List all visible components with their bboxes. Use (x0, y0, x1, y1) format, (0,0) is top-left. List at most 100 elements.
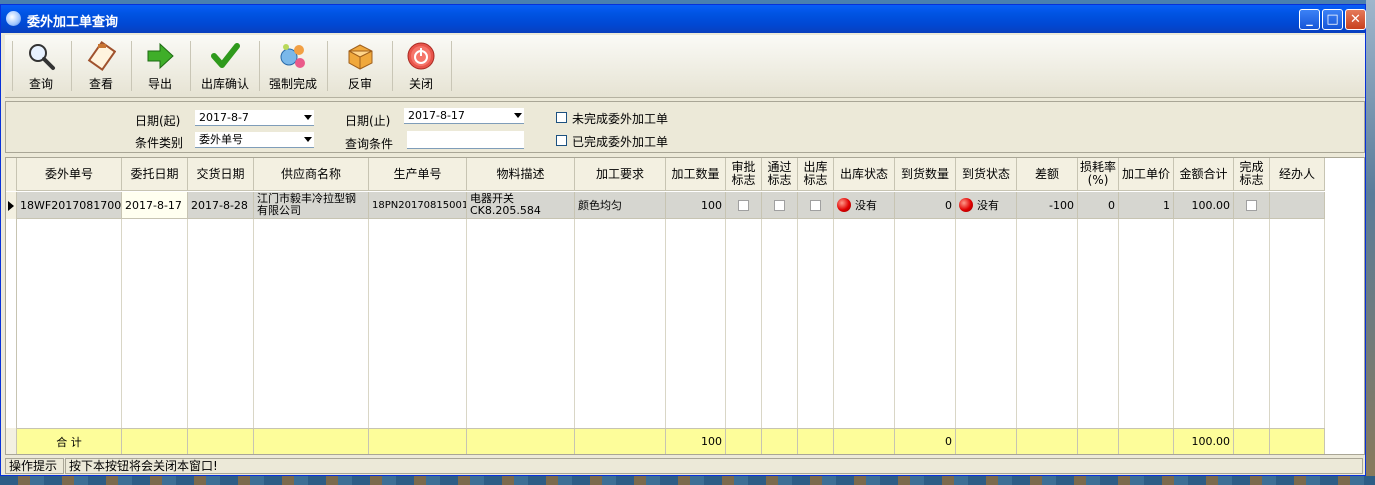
col-header-loss-rate[interactable]: 损耗率 (%) (1078, 158, 1119, 191)
passed-checkbox[interactable] (774, 199, 785, 211)
date-start-value: 2017-8-7 (199, 111, 249, 124)
date-start-picker[interactable]: 2017-8-7 (195, 110, 314, 126)
toolbar-separator (327, 41, 328, 91)
minimize-button[interactable]: _ (1299, 9, 1320, 30)
magnifier-icon (26, 41, 56, 71)
grid-column-line (955, 219, 956, 428)
cell-handler[interactable] (1270, 192, 1325, 219)
approval-checkbox[interactable] (738, 199, 749, 211)
complete-checkbox[interactable] (1246, 199, 1257, 211)
row-indicator-empty (6, 219, 17, 428)
status-bar: 操作提示 按下本按钮将会关闭本窗口! (5, 457, 1365, 475)
cell-qty[interactable]: 100 (666, 192, 726, 219)
cell-amount[interactable]: 100.00 (1174, 192, 1234, 219)
grid-column-line (1016, 219, 1017, 428)
col-header-production-no[interactable]: 生产单号 (369, 158, 467, 191)
grid-column-line (368, 219, 369, 428)
cell-material-desc[interactable]: 电器开关 CK8.205.584 (467, 192, 575, 219)
close-window-button[interactable]: 关闭 (394, 39, 448, 93)
total-cell (575, 428, 666, 454)
col-header-requirement[interactable]: 加工要求 (575, 158, 666, 191)
grid-column-line (797, 219, 798, 428)
chevron-down-icon[interactable] (304, 115, 312, 120)
cell-out-status[interactable]: 没有 (834, 192, 895, 219)
col-header-approval[interactable]: 审批 标志 (726, 158, 762, 191)
outbound-checkbox[interactable] (810, 199, 821, 211)
out-confirm-button[interactable]: 出库确认 (193, 39, 257, 93)
clipboard-icon (86, 41, 117, 71)
title-bar[interactable]: 委外加工单查询 _ □ ✕ (1, 5, 1366, 33)
col-header-complete[interactable]: 完成 标志 (1234, 158, 1270, 191)
total-label: 合 计 (17, 428, 122, 454)
grid-column-line (1173, 219, 1174, 428)
window-title: 委外加工单查询 (27, 15, 119, 30)
col-header-entrust-date[interactable]: 委托日期 (122, 158, 188, 191)
col-header-unit-price[interactable]: 加工单价 (1119, 158, 1174, 191)
col-header-order-no[interactable]: 委外单号 (17, 158, 122, 191)
total-cell (1017, 428, 1078, 454)
current-row-arrow-icon (8, 200, 14, 211)
cell-supplier[interactable]: 江门市毅丰冷拉型钢有限公司 (254, 192, 369, 219)
toolbar-separator (451, 41, 452, 91)
chevron-down-icon[interactable] (304, 137, 312, 142)
view-button[interactable]: 查看 (73, 39, 129, 93)
total-cell (369, 428, 467, 454)
close-button[interactable]: ✕ (1345, 9, 1366, 30)
col-header-material-desc[interactable]: 物料描述 (467, 158, 575, 191)
cell-arrival-qty[interactable]: 0 (895, 192, 956, 219)
date-end-picker[interactable]: 2017-8-17 (404, 108, 524, 124)
unfinished-checkbox[interactable] (556, 112, 567, 123)
col-header-arrival-qty[interactable]: 到货数量 (895, 158, 956, 191)
chevron-down-icon[interactable] (514, 113, 522, 118)
app-icon (6, 11, 21, 26)
status-red-dot-icon (837, 198, 851, 212)
cell-complete[interactable] (1234, 192, 1270, 219)
date-end-value: 2017-8-17 (408, 109, 465, 122)
cell-requirement[interactable]: 颜色均匀 (575, 192, 666, 219)
header-indicator-cell (6, 158, 17, 191)
total-cell (1119, 428, 1174, 454)
cell-production-no[interactable]: 18PN20170815001 (369, 192, 467, 219)
close-window-button-label: 关闭 (408, 77, 433, 91)
force-complete-button[interactable]: 强制完成 (261, 39, 325, 93)
col-header-diff[interactable]: 差额 (1017, 158, 1078, 191)
cell-delivery-date[interactable]: 2017-8-28 (188, 192, 254, 219)
condition-type-label: 条件类别 (135, 136, 184, 150)
order-grid[interactable]: 委外单号 委托日期 交货日期 供应商名称 生产单号 物料描述 加工要求 加工数量… (5, 157, 1365, 455)
grid-column-line (253, 219, 254, 428)
col-header-qty[interactable]: 加工数量 (666, 158, 726, 191)
row-selector[interactable] (6, 192, 17, 219)
col-header-out-status[interactable]: 出库状态 (834, 158, 895, 191)
cell-passed[interactable] (762, 192, 798, 219)
total-cell (956, 428, 1017, 454)
query-button-label: 查询 (28, 77, 53, 91)
query-button[interactable]: 查询 (15, 39, 67, 93)
cell-arrival-status[interactable]: 没有 (956, 192, 1017, 219)
total-cell (254, 428, 369, 454)
col-header-passed[interactable]: 通过 标志 (762, 158, 798, 191)
cell-diff[interactable]: -100 (1017, 192, 1078, 219)
col-header-supplier[interactable]: 供应商名称 (254, 158, 369, 191)
col-header-outbound[interactable]: 出库 标志 (798, 158, 834, 191)
grid-column-line (121, 219, 122, 428)
col-header-delivery-date[interactable]: 交货日期 (188, 158, 254, 191)
power-icon (406, 41, 436, 71)
maximize-button[interactable]: □ (1322, 9, 1343, 30)
cell-loss-rate[interactable]: 0 (1078, 192, 1119, 219)
cell-approval[interactable] (726, 192, 762, 219)
finished-checkbox[interactable] (556, 135, 567, 146)
toolbar: 查询 查看 导出 出库确认 强制完成 反审 关闭 (5, 35, 1365, 98)
total-cell (1234, 428, 1270, 454)
checkmark-icon (210, 41, 240, 71)
cell-outbound[interactable] (798, 192, 834, 219)
reverse-audit-button[interactable]: 反审 (330, 39, 390, 93)
col-header-arrival-status[interactable]: 到货状态 (956, 158, 1017, 191)
condition-type-select[interactable]: 委外单号 (195, 132, 314, 148)
cell-entrust-date[interactable]: 2017-8-17 (122, 192, 188, 219)
cell-unit-price[interactable]: 1 (1119, 192, 1174, 219)
export-button[interactable]: 导出 (133, 39, 187, 93)
cell-order-no[interactable]: 18WF20170817001 (17, 192, 122, 219)
query-condition-input[interactable] (407, 131, 524, 149)
col-header-amount[interactable]: 金额合计 (1174, 158, 1234, 191)
col-header-handler[interactable]: 经办人 (1270, 158, 1325, 191)
